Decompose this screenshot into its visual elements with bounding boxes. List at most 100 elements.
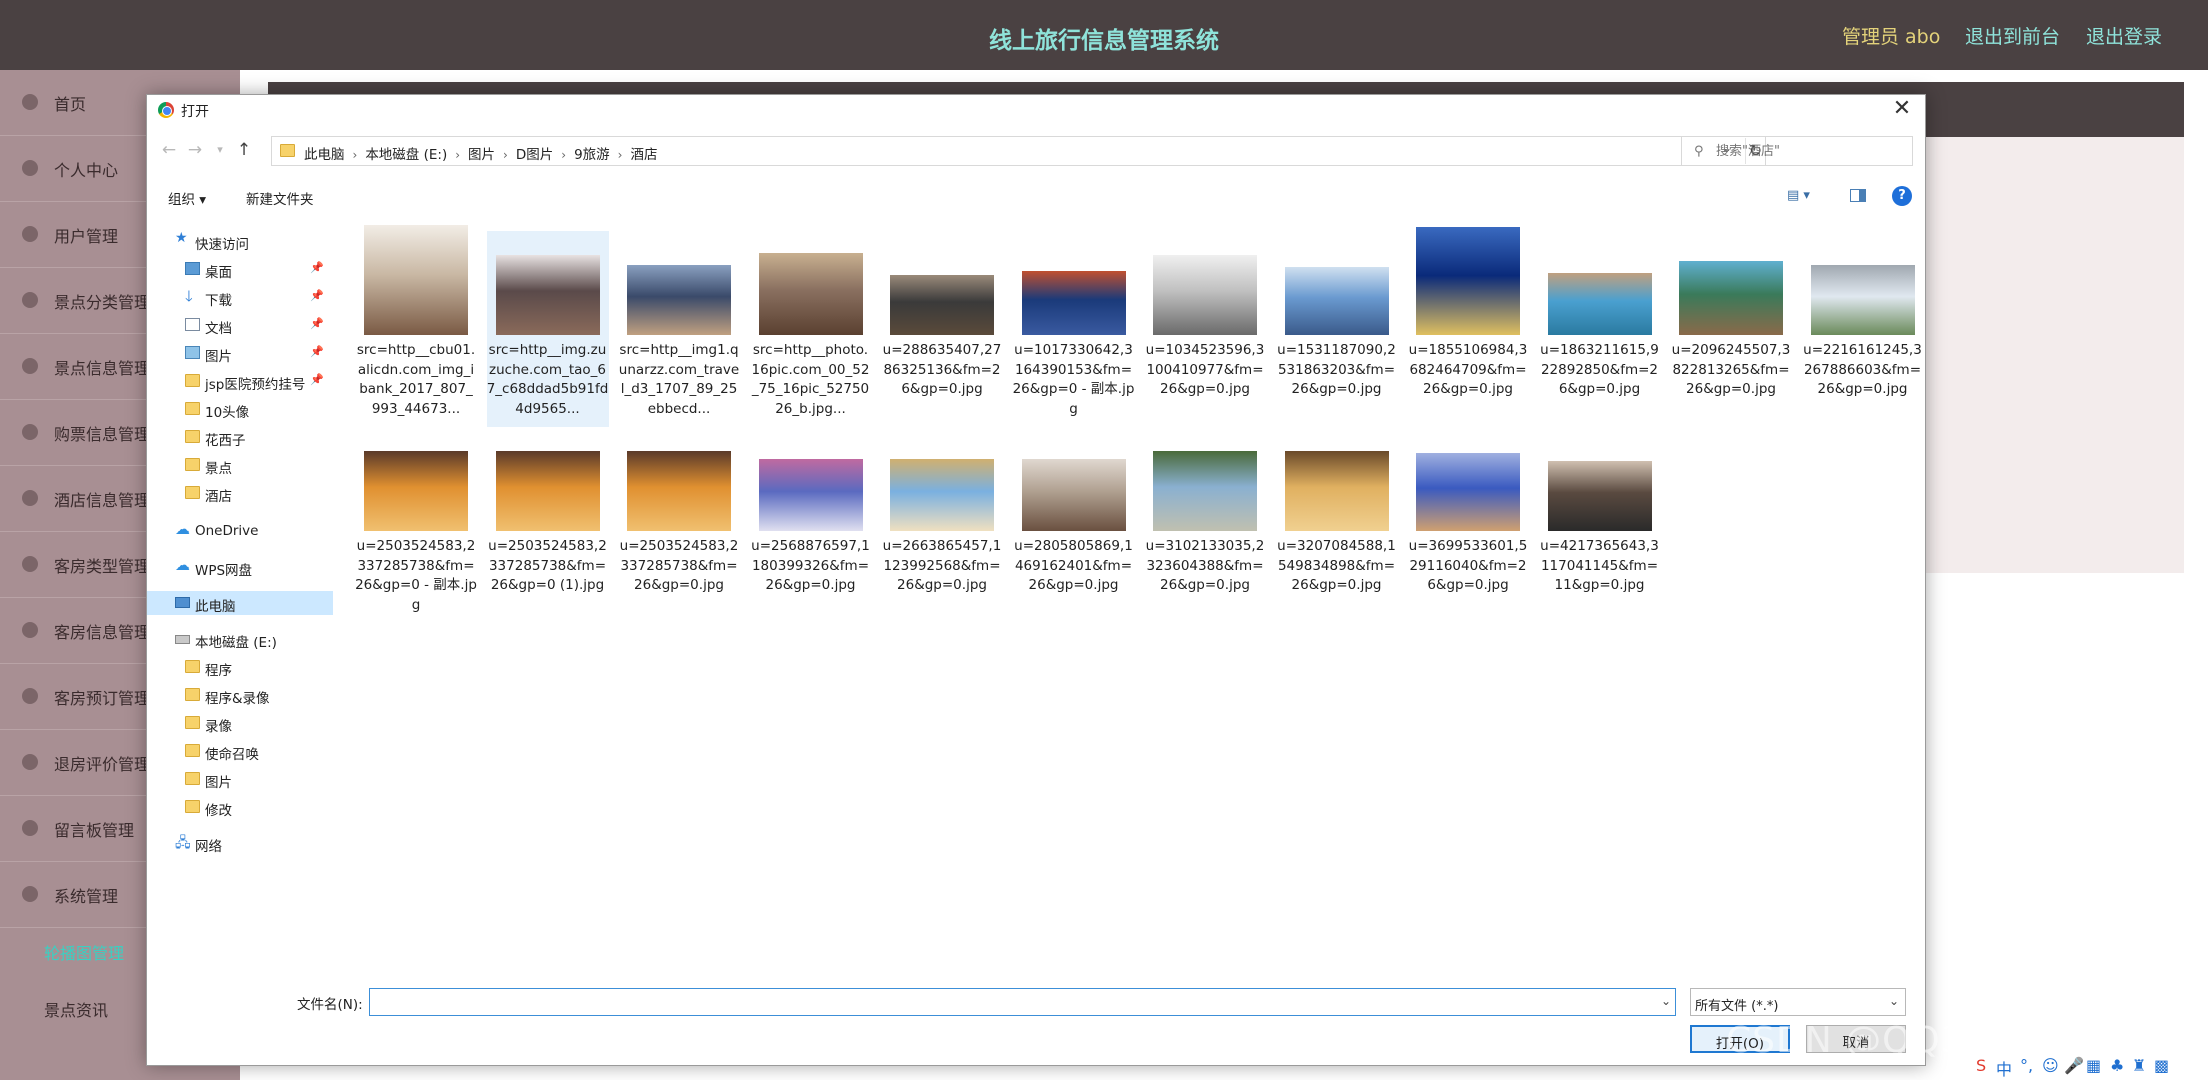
forward-arrow-icon[interactable]: → (184, 139, 206, 161)
nav-item-label: 图片 (205, 349, 232, 365)
close-icon[interactable]: ✕ (1887, 96, 1917, 122)
nav-item[interactable]: 修改 (147, 795, 333, 819)
pin-icon: 📌 (310, 345, 324, 358)
breadcrumb-item[interactable]: 酒店 (630, 147, 657, 163)
nav-this-pc[interactable]: 此电脑 (147, 591, 333, 615)
breadcrumb-item[interactable]: 此电脑 (304, 147, 345, 163)
chrome-icon (158, 102, 174, 118)
image-thumbnail (1547, 273, 1652, 335)
file-item[interactable]: u=2503524583,2337285738&fm=26&gp=0 (1).j… (487, 427, 609, 623)
folder-icon (185, 486, 200, 499)
preview-pane-icon[interactable] (1850, 189, 1866, 202)
file-item[interactable]: u=2503524583,2337285738&fm=26&gp=0 - 副本.… (355, 427, 477, 623)
file-item[interactable]: src=http__img.zuzuche.com_tao_67_c68ddad… (486, 231, 609, 427)
image-thumbnail (890, 275, 994, 335)
file-item[interactable]: src=http__img1.qunarzz.com_travel_d3_170… (618, 231, 740, 427)
folder-icon (185, 744, 200, 757)
view-options-icon[interactable]: ▤ ▾ (1787, 188, 1810, 203)
nav-onedrive[interactable]: ☁ OneDrive (147, 519, 333, 543)
exit-to-front-link[interactable]: 退出到前台 (1965, 22, 2060, 49)
dialog-titlebar: 打开 ✕ (147, 95, 1925, 125)
file-item[interactable]: u=2503524583,2337285738&fm=26&gp=0.jpg (618, 427, 740, 623)
nav-item-label: jsp医院预约挂号 (205, 377, 306, 393)
nav-item-label: 花西子 (205, 433, 246, 449)
file-item[interactable]: u=1034523596,3100410977&fm=26&gp=0.jpg (1144, 231, 1266, 427)
recent-chevron-icon[interactable]: ▾ (209, 139, 231, 161)
skin-icon: ♣ (2110, 1056, 2125, 1075)
nav-quick-access[interactable]: ★ 快速访问 (147, 229, 333, 253)
image-thumbnail (1284, 451, 1389, 531)
filename-field[interactable]: ⌄ (369, 988, 1676, 1016)
file-item[interactable]: src=http__photo.16pic.com_00_52_75_16pic… (750, 231, 872, 427)
file-item[interactable]: src=http__cbu01.alicdn.com_img_ibank_201… (355, 225, 477, 427)
breadcrumb-separator-icon: › (352, 148, 358, 162)
file-item[interactable]: u=3699533601,529116040&fm=26&gp=0.jpg (1407, 427, 1529, 623)
document-icon (185, 318, 200, 331)
filename-input[interactable] (374, 993, 1644, 1011)
sidebar-item-label: 系统管理 (54, 887, 119, 906)
nav-wps[interactable]: ☁ WPS网盘 (147, 555, 333, 579)
search-icon: ⚲ (1694, 144, 1704, 159)
organize-menu[interactable]: 组织 ▾ (168, 188, 206, 208)
keyboard-icon: ▦ (2086, 1056, 2102, 1075)
file-item[interactable]: u=2805805869,1469162401&fm=26&gp=0.jpg (1013, 427, 1135, 623)
breadcrumb-item[interactable]: 图片 (468, 147, 495, 163)
file-item[interactable]: u=2096245507,3822813265&fm=26&gp=0.jpg (1670, 231, 1792, 427)
folder-icon (185, 800, 200, 813)
up-arrow-icon[interactable]: ↑ (233, 139, 255, 161)
image-thumbnail (627, 451, 731, 531)
menu-item-icon (22, 358, 38, 374)
filetype-select[interactable]: 所有文件 (*.*) ⌄ (1690, 988, 1906, 1016)
nav-item[interactable]: 程序&录像 (147, 683, 333, 707)
sidebar-subitem[interactable]: 景点资讯 (44, 997, 108, 1021)
nav-item[interactable]: jsp医院预约挂号 📌 (147, 369, 333, 393)
help-icon[interactable]: ? (1892, 186, 1912, 206)
file-item[interactable]: u=1531187090,2531863203&fm=26&gp=0.jpg (1276, 231, 1398, 427)
file-item[interactable]: u=1017330642,3164390153&fm=26&gp=0 - 副本.… (1013, 231, 1135, 427)
file-item[interactable]: u=2216161245,3267886603&fm=26&gp=0.jpg (1802, 231, 1924, 427)
file-item[interactable]: u=288635407,2786325136&fm=26&gp=0.jpg (881, 231, 1003, 427)
file-item[interactable]: u=2568876597,1180399326&fm=26&gp=0.jpg (750, 427, 872, 623)
logout-link[interactable]: 退出登录 (2086, 22, 2162, 49)
nav-item[interactable]: 文档 📌 (147, 313, 333, 337)
nav-network[interactable]: 🖧 网络 (147, 831, 333, 855)
file-item[interactable]: u=3207084588,1549834898&fm=26&gp=0.jpg (1276, 427, 1398, 623)
nav-item[interactable]: 花西子 (147, 425, 333, 449)
file-item[interactable]: u=2663865457,1123992568&fm=26&gp=0.jpg (881, 427, 1003, 623)
search-input[interactable] (1716, 142, 1906, 160)
nav-item[interactable]: 录像 (147, 711, 333, 735)
nav-item[interactable]: 10头像 (147, 397, 333, 421)
sidebar-subitem[interactable]: 轮播图管理 (44, 940, 124, 964)
new-folder-button[interactable]: 新建文件夹 (246, 188, 314, 208)
file-item[interactable]: u=4217365643,3117041145&fm=11&gp=0.jpg (1539, 427, 1661, 623)
pin-icon: 📌 (310, 317, 324, 330)
file-name: src=http__cbu01.alicdn.com_img_ibank_201… (356, 342, 476, 417)
file-item[interactable]: u=1855106984,3682464709&fm=26&gp=0.jpg (1407, 227, 1529, 427)
address-bar[interactable]: 此电脑 › 本地磁盘 (E:) › 图片 › D图片 › 9旅游 › 酒店 ⌄ ↻ (271, 136, 1766, 166)
nav-item[interactable]: 程序 (147, 655, 333, 679)
nav-item[interactable]: 桌面 📌 (147, 257, 333, 281)
nav-item[interactable]: 图片 (147, 767, 333, 791)
file-item[interactable]: u=1863211615,922892850&fm=26&gp=0.jpg (1539, 231, 1661, 427)
breadcrumb-separator-icon: › (503, 148, 508, 162)
nav-item-label: 桌面 (205, 265, 232, 281)
search-box[interactable]: ⚲ (1681, 136, 1913, 166)
filename-label: 文件名(N): (297, 997, 363, 1013)
nav-item-label: 网络 (195, 839, 222, 855)
breadcrumb-item[interactable]: 9旅游 (574, 147, 610, 163)
nav-drive[interactable]: 本地磁盘 (E:) (147, 627, 333, 651)
breadcrumb-item[interactable]: D图片 (516, 147, 553, 163)
filename-dropdown-icon[interactable]: ⌄ (1661, 994, 1671, 1008)
nav-item[interactable]: 🡓 下载 📌 (147, 285, 333, 309)
nav-item[interactable]: 景点 (147, 453, 333, 477)
nav-item[interactable]: 使命召唤 (147, 739, 333, 763)
nav-item[interactable]: 酒店 (147, 481, 333, 505)
nav-item[interactable]: 图片 📌 (147, 341, 333, 365)
filetype-dropdown-icon: ⌄ (1888, 994, 1899, 1008)
download-icon: 🡓 (185, 287, 193, 305)
folder-icon (185, 660, 200, 673)
breadcrumb-item[interactable]: 本地磁盘 (E:) (365, 147, 447, 163)
back-arrow-icon[interactable]: ← (158, 139, 180, 161)
file-item[interactable]: u=3102133035,2323604388&fm=26&gp=0.jpg (1144, 427, 1266, 623)
image-thumbnail (758, 253, 863, 335)
